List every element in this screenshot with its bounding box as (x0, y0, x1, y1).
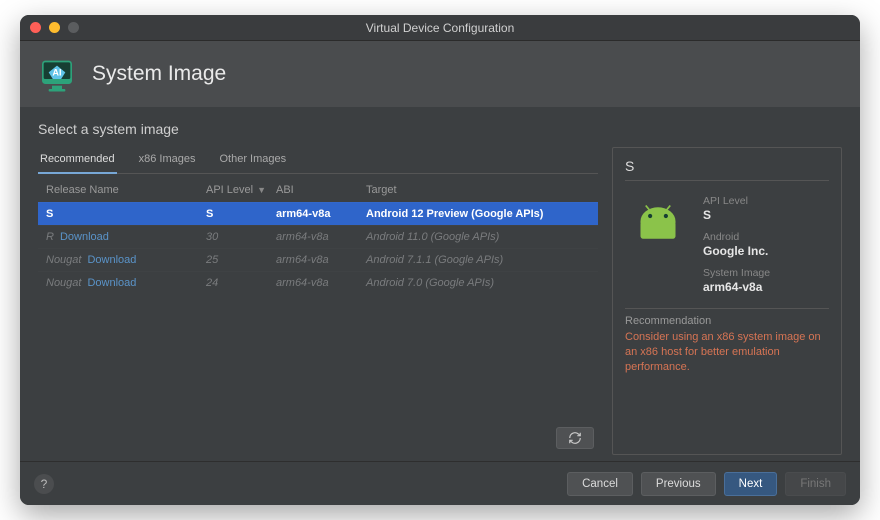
sort-desc-icon: ▼ (257, 185, 266, 195)
system-image-label: System Image (703, 267, 770, 279)
release-name: Nougat (46, 254, 81, 266)
table-row[interactable]: S Sarm64-v8aAndroid 12 Preview (Google AP… (38, 202, 598, 225)
table-row[interactable]: R Download 30arm64-v8aAndroid 11.0 (Google… (38, 225, 598, 248)
window-title: Virtual Device Configuration (20, 21, 860, 35)
system-image-table: Release Name API Level ▼ ABI Target S Sar… (38, 178, 598, 294)
previous-button[interactable]: Previous (641, 472, 716, 496)
footer: ? Cancel Previous Next Finish (20, 461, 860, 505)
target: Android 7.1.1 (Google APIs) (366, 254, 590, 266)
vendor-label: Android (703, 231, 770, 243)
abi: arm64-v8a (276, 231, 366, 243)
download-link[interactable]: Download (87, 277, 136, 289)
target: Android 11.0 (Google APIs) (366, 231, 590, 243)
dialog-window: Virtual Device Configuration AI System I… (20, 15, 860, 505)
table-row[interactable]: Nougat Download 25arm64-v8aAndroid 7.1.1 (… (38, 248, 598, 271)
col-target[interactable]: Target (366, 184, 590, 196)
tab-x86-images[interactable]: x86 Images (137, 147, 198, 173)
titlebar: Virtual Device Configuration (20, 15, 860, 41)
vendor-value: Google Inc. (703, 244, 770, 258)
col-abi[interactable]: ABI (276, 184, 366, 196)
next-button[interactable]: Next (724, 472, 778, 496)
svg-text:AI: AI (52, 68, 61, 78)
android-icon (625, 195, 691, 294)
release-name: R (46, 231, 54, 243)
target: Android 7.0 (Google APIs) (366, 277, 590, 289)
refresh-button[interactable] (556, 427, 594, 449)
api-level-label: API Level (703, 195, 770, 207)
section-subtitle: Select a system image (38, 121, 842, 137)
refresh-icon (568, 431, 582, 445)
col-api-level[interactable]: API Level ▼ (206, 184, 276, 196)
tab-other-images[interactable]: Other Images (217, 147, 288, 173)
download-link[interactable]: Download (60, 231, 109, 243)
recommendation-text: Consider using an x86 system image on an… (625, 330, 829, 375)
help-button[interactable]: ? (34, 474, 54, 494)
release-name: Nougat (46, 277, 81, 289)
system-image-value: arm64-v8a (703, 280, 770, 294)
finish-button: Finish (785, 472, 846, 496)
abi: arm64-v8a (276, 277, 366, 289)
detail-title: S (625, 158, 829, 181)
api-level: 25 (206, 254, 276, 266)
left-pane: Recommended x86 Images Other Images Releas… (38, 147, 598, 455)
abi: arm64-v8a (276, 208, 366, 220)
body: Select a system image Recommended x86 Ima… (20, 107, 860, 461)
table-header: Release Name API Level ▼ ABI Target (38, 178, 598, 202)
col-release-name[interactable]: Release Name (46, 184, 206, 196)
detail-panel: S API Level (612, 147, 842, 455)
app-icon: AI (36, 53, 78, 95)
abi: arm64-v8a (276, 254, 366, 266)
image-tabs: Recommended x86 Images Other Images (38, 147, 598, 174)
header: AI System Image (20, 41, 860, 107)
download-link[interactable]: Download (87, 254, 136, 266)
cancel-button[interactable]: Cancel (567, 472, 633, 496)
table-row[interactable]: Nougat Download 24arm64-v8aAndroid 7.0 (Go… (38, 271, 598, 294)
api-level: S (206, 208, 276, 220)
target: Android 12 Preview (Google APIs) (366, 208, 590, 220)
header-title: System Image (92, 62, 226, 86)
release-name: S (46, 208, 53, 220)
api-level-value: S (703, 208, 770, 222)
api-level: 24 (206, 277, 276, 289)
api-level: 30 (206, 231, 276, 243)
recommendation-label: Recommendation (625, 308, 829, 327)
tab-recommended[interactable]: Recommended (38, 147, 117, 174)
